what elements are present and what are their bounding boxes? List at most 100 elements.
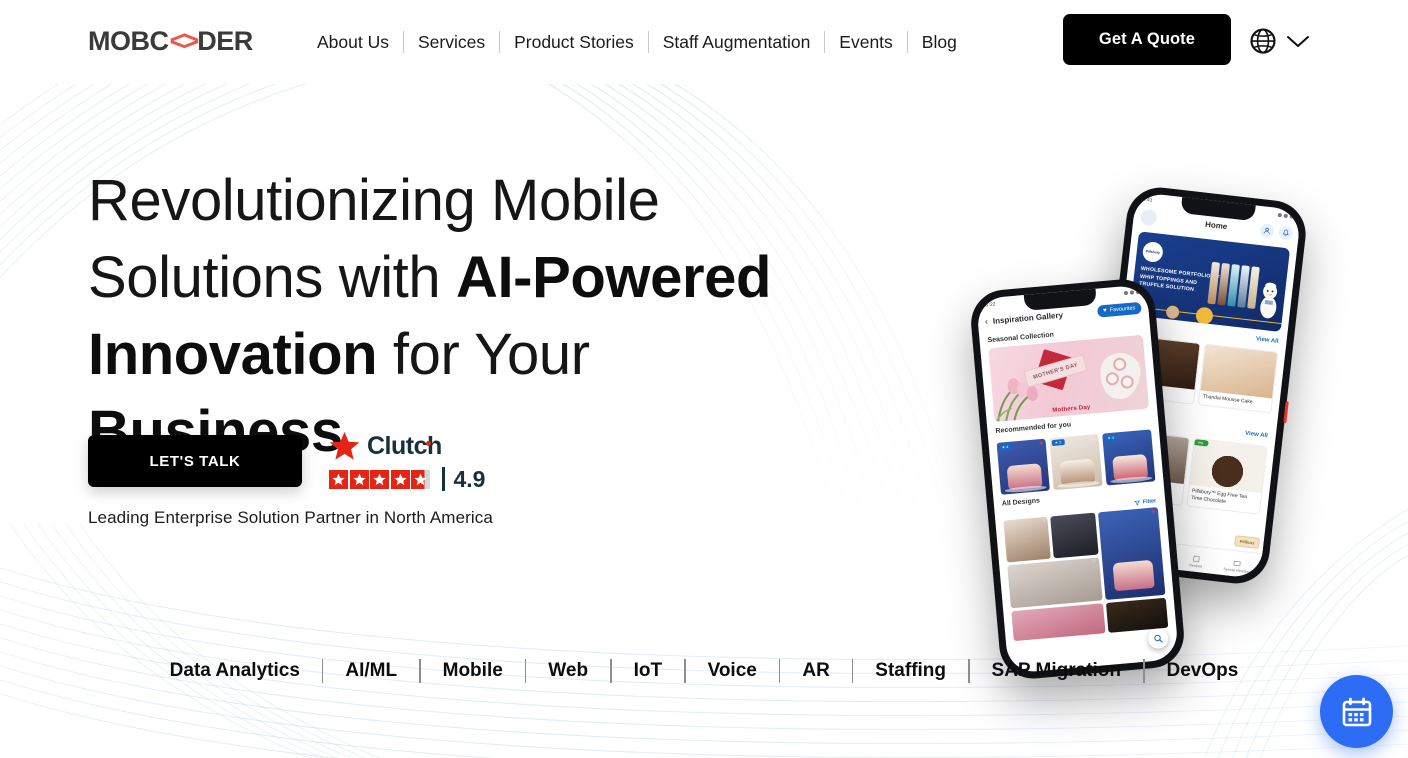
star-icon (414, 473, 427, 485)
nav-item-blog[interactable]: Blog (908, 25, 971, 59)
phone-mockup-front: 11:22 ‹ Inspiration Gallery ♥ Favourites… (968, 276, 1187, 682)
view-all-link[interactable]: View All (1245, 430, 1268, 439)
heart-icon[interactable]: ♡ (1041, 518, 1046, 524)
design-tile[interactable]: ♡ (1003, 516, 1052, 563)
hero-headline: Revolutionizing Mobile Solutions with AI… (88, 162, 848, 470)
tag-data-analytics[interactable]: Data Analytics (148, 660, 322, 682)
heart-icon: ♥ (1102, 307, 1108, 315)
bell-icon[interactable] (1278, 225, 1294, 241)
nav-item-events[interactable]: Events (825, 25, 907, 59)
chat-badge[interactable]: Pillbuzz (1234, 535, 1261, 549)
lets-talk-button[interactable]: LET'S TALK (88, 435, 302, 487)
heart-dish-image (1098, 351, 1143, 401)
bottom-nav-recipes[interactable]: Recipes (1189, 554, 1203, 568)
filter-icon (1133, 500, 1140, 506)
star-icon (393, 473, 407, 485)
app-bar-actions (1259, 223, 1294, 241)
heart-icon[interactable]: ♥ (1039, 441, 1043, 447)
schedule-meeting-fab[interactable] (1320, 675, 1393, 748)
brand-mark-icon (1139, 208, 1158, 227)
site-header: MOBC <> DER About Us Services Product Stor… (0, 0, 1408, 84)
clutch-wordmark: Clutch (367, 431, 442, 460)
envelope-icon (1233, 560, 1241, 566)
all-designs-grid: ♡ ♥ ♡ (995, 503, 1176, 642)
bottom-nav-special-request[interactable]: Special Request (1223, 558, 1250, 574)
tag-iot[interactable]: IoT (612, 660, 685, 682)
star-box (370, 469, 389, 489)
get-a-quote-button[interactable]: Get A Quote (1063, 14, 1231, 65)
nav-item-services[interactable]: Services (404, 25, 499, 59)
search-icon (1154, 634, 1163, 643)
design-tile[interactable]: ♥ (1097, 507, 1166, 601)
filter-label: Filter (1142, 498, 1157, 506)
tag-staffing[interactable]: Staffing (853, 660, 968, 682)
headline-part-2: for Your (377, 322, 590, 387)
favourites-label: Favourites (1109, 305, 1136, 314)
brand-logo[interactable]: MOBC <> DER (88, 27, 253, 55)
carousel-dot[interactable] (1165, 304, 1180, 320)
design-tile[interactable] (1011, 603, 1106, 642)
app-title: Inspiration Gallery (992, 310, 1064, 326)
star-box-partial (411, 469, 430, 489)
logo-prefix: MOBC (88, 25, 169, 56)
tag-web[interactable]: Web (526, 660, 610, 682)
clutch-rating-badge[interactable]: Clutch 4.9 (329, 431, 485, 491)
star-icon (329, 431, 360, 460)
heart-icon[interactable]: ♥ (1151, 509, 1155, 515)
product-image (1189, 438, 1267, 493)
globe-icon (1250, 28, 1276, 54)
star-box (329, 469, 348, 489)
chevron-left-icon[interactable]: ‹ (984, 316, 988, 326)
clutch-accent-dot (425, 440, 431, 446)
seasonal-banner[interactable]: MOTHER'S DAY Mothers Day (988, 334, 1150, 422)
clutch-logo: Clutch (329, 431, 442, 461)
tag-sap-migration[interactable]: SAP Migration (970, 660, 1144, 682)
book-icon (1193, 555, 1200, 562)
product-card[interactable]: veg Pillsbury™ Egg Free Tea Time Chocola… (1186, 437, 1268, 515)
logo-brackets-icon: <> (169, 25, 200, 56)
language-selector[interactable] (1248, 26, 1312, 56)
tag-voice[interactable]: Voice (686, 660, 779, 682)
search-fab[interactable] (1147, 627, 1170, 650)
favourites-pill[interactable]: ♥ Favourites (1096, 301, 1142, 318)
heart-icon[interactable]: ♡ (1090, 436, 1096, 442)
card-badge: ★ 5 (1051, 439, 1065, 447)
cake-card[interactable]: ★ 5 ♡ (1049, 434, 1103, 491)
star-box (349, 469, 369, 489)
clutch-name: Clutch (367, 431, 442, 460)
mascot-icon (1260, 282, 1278, 319)
pillsbury-logo: Pillsbury (1141, 240, 1164, 264)
clutch-rating-value: 4.9 (453, 465, 486, 492)
tag-mobile[interactable]: Mobile (421, 660, 525, 682)
tag-devops[interactable]: DevOps (1145, 660, 1261, 682)
design-tile[interactable]: ♡ (1007, 557, 1103, 609)
tag-ar[interactable]: AR (780, 660, 851, 682)
card-badge: ★ 4 (998, 443, 1012, 451)
star-box (390, 469, 410, 489)
nav-item-staff-augmentation[interactable]: Staff Augmentation (649, 25, 825, 59)
view-all-link[interactable]: View All (1256, 336, 1279, 345)
user-icon[interactable] (1259, 223, 1275, 239)
cake-card[interactable]: ★ 4 (1102, 429, 1156, 486)
star-icon (352, 473, 366, 485)
product-card[interactable]: Thandai Mousse Cake (1197, 343, 1279, 414)
star-icon (373, 473, 386, 485)
carousel-dot-active[interactable] (1195, 306, 1214, 326)
main-navigation: About Us Services Product Stories Staff … (303, 25, 971, 59)
heart-icon[interactable]: ♡ (1092, 559, 1097, 565)
capability-tags: Data Analytics AI/ML Mobile Web IoT Voic… (0, 659, 1408, 683)
nav-item-product-stories[interactable]: Product Stories (500, 25, 648, 59)
calendar-icon (1342, 697, 1371, 726)
design-tile[interactable] (1050, 512, 1099, 559)
tag-ai-ml[interactable]: AI/ML (323, 660, 419, 682)
chevron-down-icon (1287, 36, 1309, 47)
hero-section: Revolutionizing Mobile Solutions with AI… (0, 84, 1408, 758)
cake-card[interactable]: ★ 4 ♥ (996, 438, 1050, 495)
star-icon (332, 473, 345, 485)
bottom-nav-label: Recipes (1189, 562, 1203, 569)
hero-subtitle: Leading Enterprise Solution Partner in N… (88, 508, 493, 527)
star-rating (329, 469, 430, 489)
card-badge: ★ 4 (1104, 434, 1118, 442)
product-image (1200, 344, 1278, 399)
nav-item-about-us[interactable]: About Us (303, 25, 403, 59)
